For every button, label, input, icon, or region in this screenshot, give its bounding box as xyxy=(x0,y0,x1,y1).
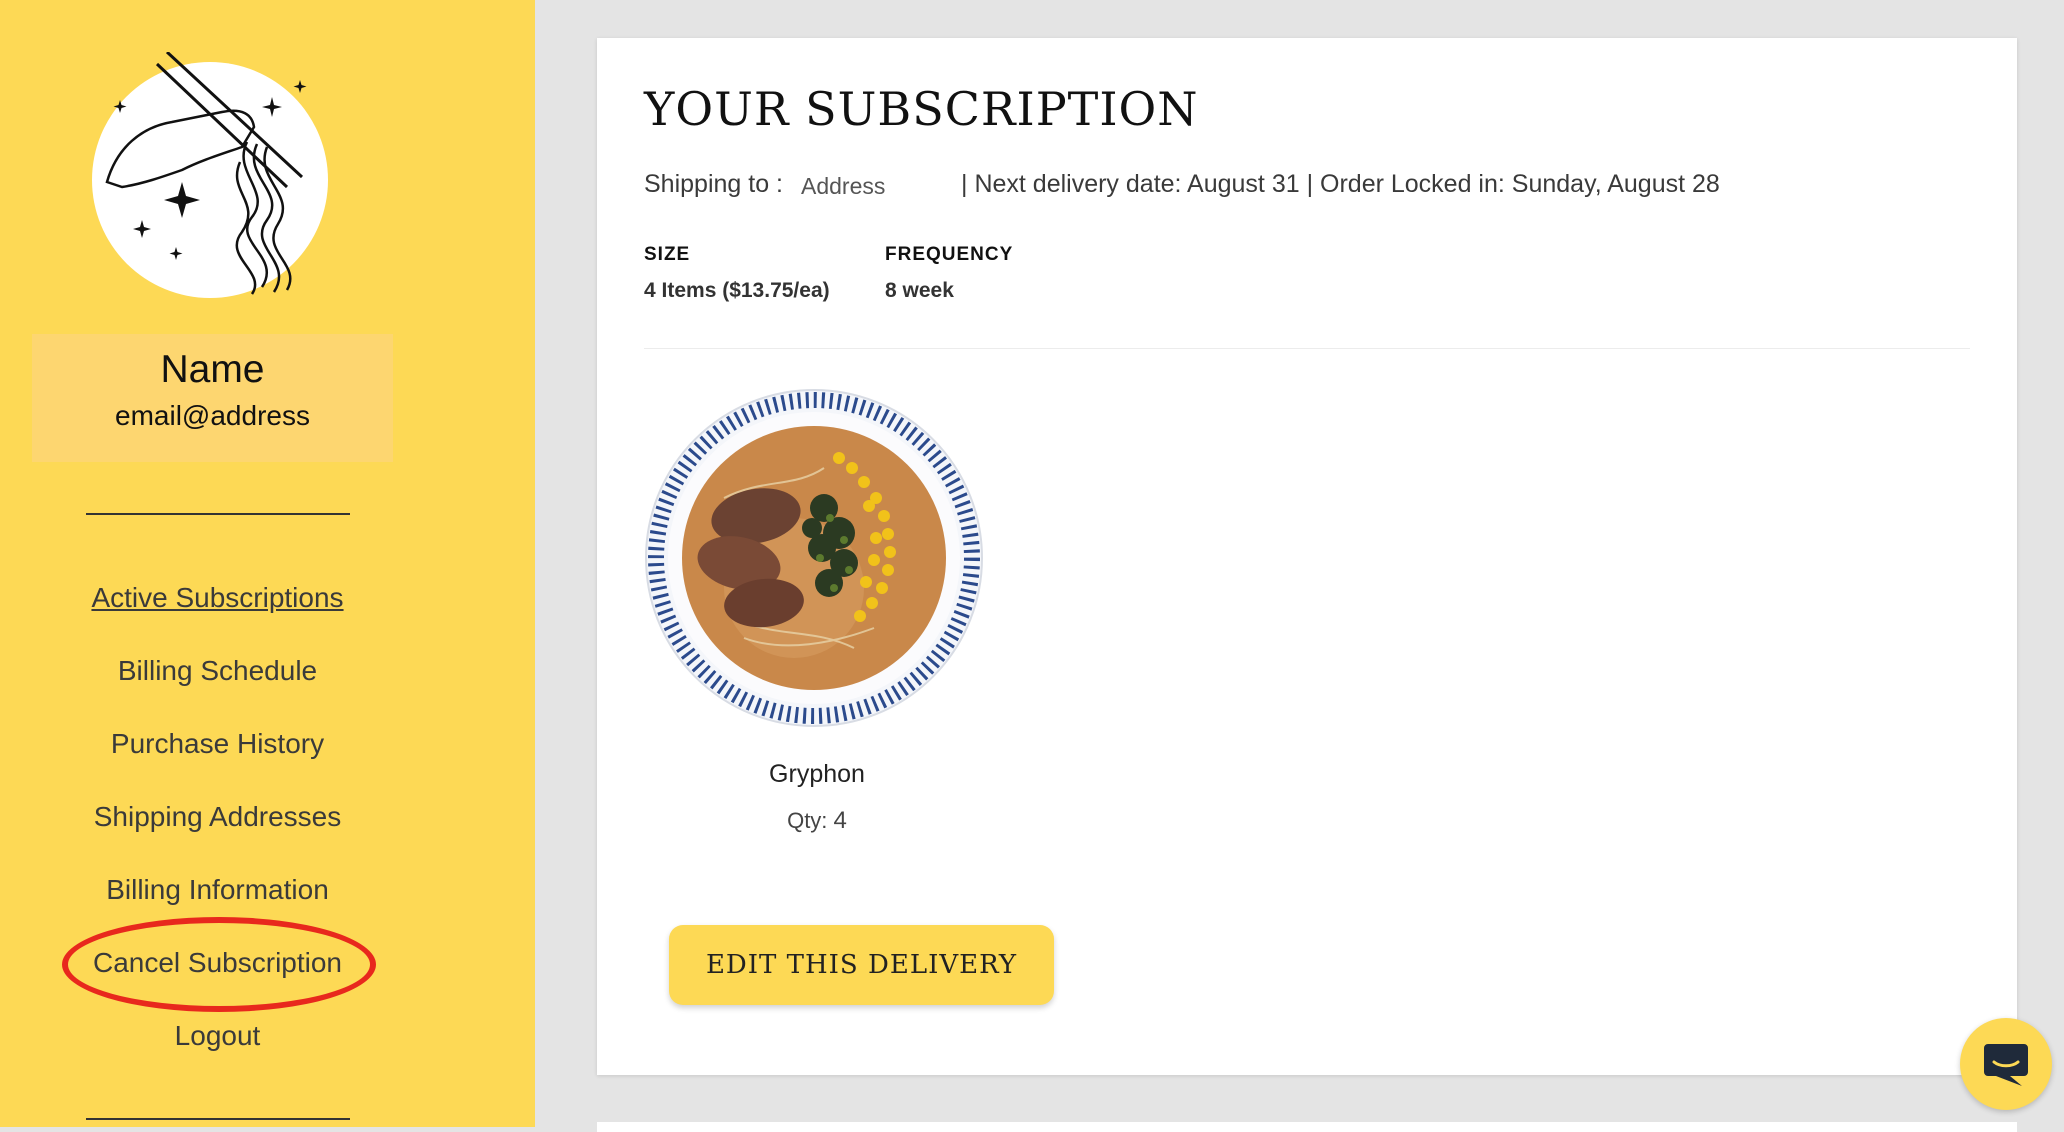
cancel-highlight-ring xyxy=(62,917,376,1012)
profile-name: Name xyxy=(160,348,265,391)
qty-value: 4 xyxy=(833,807,847,834)
shipping-label: Shipping to : xyxy=(644,170,783,198)
size-label: SIZE xyxy=(644,244,691,265)
profile-email: email@address xyxy=(115,400,310,431)
page-title: YOUR SUBSCRIPTION xyxy=(644,82,1199,136)
sidebar-divider-bottom xyxy=(86,1118,350,1120)
sidebar-divider-top xyxy=(86,513,350,515)
profile-card: Name email@address xyxy=(32,334,393,462)
shipping-address: Address xyxy=(801,173,886,199)
nav-purchase-history[interactable]: Purchase History xyxy=(0,728,435,760)
nav-logout[interactable]: Logout xyxy=(0,1020,435,1052)
nav-shipping-addresses[interactable]: Shipping Addresses xyxy=(0,801,435,833)
nav-billing-schedule[interactable]: Billing Schedule xyxy=(0,655,435,687)
subscription-card: YOUR SUBSCRIPTION Shipping to : Address | … xyxy=(597,38,2017,1075)
nav-active-subscriptions[interactable]: Active Subscriptions xyxy=(0,582,435,614)
edit-delivery-button[interactable]: EDIT THIS DELIVERY xyxy=(669,925,1054,1005)
product-quantity: Qty: 4 xyxy=(644,807,990,835)
brand-logo[interactable] xyxy=(82,52,342,312)
delivery-info: | Next delivery date: August 31 | Order … xyxy=(961,170,1720,198)
next-card-edge xyxy=(597,1122,2017,1132)
qty-label: Qty: xyxy=(787,808,828,833)
section-divider xyxy=(644,348,1970,349)
frequency-label: FREQUENCY xyxy=(885,244,1014,265)
sidebar: Name email@address Active Subscriptions … xyxy=(0,0,535,1127)
chat-bubble-icon xyxy=(1984,1044,2028,1086)
shipping-info-row: Shipping to : Address | Next delivery date… xyxy=(644,170,1720,199)
frequency-value: 8 week xyxy=(885,279,954,302)
nav-billing-information[interactable]: Billing Information xyxy=(0,874,435,906)
chat-widget-button[interactable] xyxy=(1960,1018,2052,1110)
size-value: 4 Items ($13.75/ea) xyxy=(644,279,830,302)
product-name: Gryphon xyxy=(769,760,865,788)
product-image-ramen-bowl xyxy=(645,389,983,727)
